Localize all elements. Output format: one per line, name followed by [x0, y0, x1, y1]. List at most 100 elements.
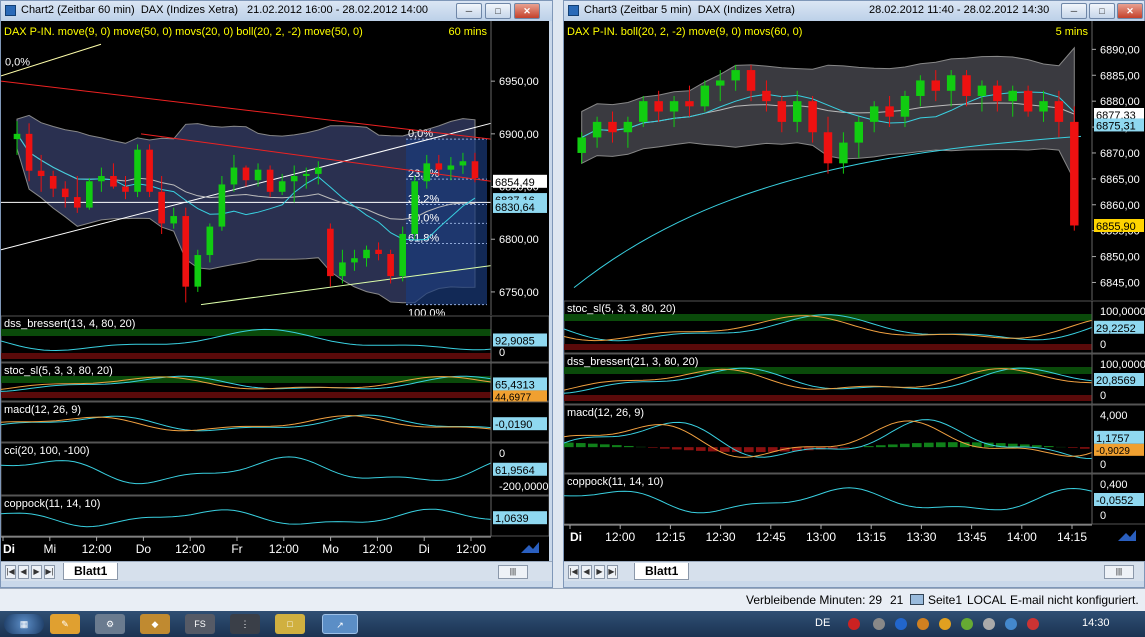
app-icon-blackberry[interactable]: ⋮ [230, 614, 260, 634]
next-sheet-button[interactable]: ▶ [31, 565, 42, 579]
horizontal-scrollbar[interactable]: ||| [1104, 565, 1134, 579]
minimize-button[interactable]: ─ [456, 3, 482, 19]
y-tick-label: 6845,00 [1100, 277, 1140, 289]
prev-sheet-button[interactable]: ◀ [18, 565, 29, 579]
macd-histogram-bar [564, 442, 574, 448]
windows-taskbar: ▦ ✎ ⚙ ◆ FS ⋮ □ ↗ DE 14:30 [0, 611, 1145, 637]
x-tick-label: 12:00 [362, 542, 392, 556]
app-icon-puzzle[interactable]: ◆ [140, 614, 170, 634]
last-sheet-button[interactable]: ▶| [44, 565, 55, 579]
tray-update-icon[interactable] [961, 618, 973, 630]
candle-body [242, 167, 250, 181]
candle-body [206, 226, 214, 256]
indicator-title: stoc_sl(5, 3, 3, 80, 20) [567, 303, 676, 315]
macd-histogram-bar [672, 447, 682, 450]
x-tick-label: 12:00 [82, 542, 112, 556]
prev-sheet-button[interactable]: ◀ [581, 565, 592, 579]
indicator-title: coppock(11, 14, 10) [4, 498, 100, 510]
macd-histogram-bar [588, 443, 598, 448]
chart3-canvas[interactable]: 6890,006885,006880,006875,006870,006865,… [564, 21, 1145, 561]
tray-security-icon[interactable] [848, 618, 860, 630]
interval-label: 60 mins [448, 26, 487, 38]
indicator-pane [1, 401, 549, 443]
first-sheet-button[interactable]: |◀ [568, 565, 579, 579]
x-tick-label: 12:00 [269, 542, 299, 556]
candle-body [98, 176, 105, 182]
macd-histogram-bar [600, 444, 610, 448]
taskbar-clock[interactable]: 14:30 [1082, 617, 1110, 629]
sheet-tab[interactable]: Blatt1 [63, 563, 119, 580]
candle-body [158, 191, 165, 224]
candle-body [1070, 121, 1079, 226]
macd-histogram-bar [912, 443, 922, 448]
candle-body [577, 137, 586, 153]
price-chart-title: DAX P-IN. boll(20, 2, -2) move(9, 0) mov… [567, 26, 802, 38]
candle-body [399, 233, 406, 277]
close-button[interactable]: ✕ [514, 3, 540, 19]
x-tick-label: 13:30 [906, 530, 936, 544]
indicator-tick-label: 0 [499, 448, 505, 460]
minimize-button[interactable]: ─ [1061, 3, 1087, 19]
chart2-titlebar[interactable]: Chart2 (Zeitbar 60 min) DAX (Indizes Xet… [1, 1, 552, 21]
chart2-canvas[interactable]: 0,0%23,6%38,2%50,0%61,8%100,0%0,0%6950,0… [1, 21, 549, 561]
candle-body [290, 176, 298, 182]
app-icon-fs[interactable]: FS [185, 614, 215, 634]
macd-histogram-bar [624, 445, 634, 448]
app-icon-tool[interactable]: ⚙ [95, 614, 125, 634]
tray-app-icon[interactable] [917, 618, 929, 630]
oversold-zone [564, 395, 1092, 401]
candle-body [351, 258, 358, 263]
price-label: 6855,90 [1096, 221, 1136, 233]
candle-body [808, 101, 817, 133]
candle-body [962, 75, 971, 96]
language-indicator[interactable]: DE [815, 617, 830, 629]
maximize-button[interactable]: □ [1089, 3, 1115, 19]
candle-body [823, 132, 833, 164]
candle-body [471, 161, 479, 179]
candle-body [931, 80, 940, 91]
status-count: 21 [890, 593, 904, 607]
start-button[interactable]: ▦ [4, 614, 44, 634]
macd-histogram-bar [936, 442, 946, 448]
candle-body [327, 228, 334, 277]
indicator-tick-label: 100,0000 [1100, 306, 1145, 318]
app-icon-folder[interactable]: □ [275, 614, 305, 634]
next-sheet-button[interactable]: ▶ [594, 565, 605, 579]
candle-body [669, 101, 679, 112]
candle-body [339, 262, 346, 277]
x-tick-label: Di [3, 542, 15, 556]
candle-body [839, 142, 848, 164]
macd-histogram-bar [576, 443, 586, 448]
tray-power-icon[interactable] [1005, 618, 1017, 630]
tray-chrome-icon[interactable] [939, 618, 951, 630]
close-button[interactable]: ✕ [1117, 3, 1143, 19]
oversold-zone [564, 344, 1092, 350]
x-tick-label: 14:15 [1057, 530, 1087, 544]
candle-body [423, 163, 431, 182]
app-icon-pencil[interactable]: ✎ [50, 614, 80, 634]
macd-histogram-bar [900, 443, 910, 448]
candle-body [447, 165, 455, 170]
tray-bluetooth-icon[interactable] [895, 618, 907, 630]
y-tick-label: 6880,00 [1100, 96, 1140, 108]
window-title-text: Chart2 (Zeitbar 60 min) [21, 4, 135, 16]
macd-histogram-bar [660, 447, 670, 449]
horizontal-scrollbar[interactable]: ||| [498, 565, 528, 579]
tray-flag-icon[interactable] [1027, 618, 1039, 630]
window-subtitle: DAX (Indizes Xetra) [697, 4, 795, 16]
window-subtitle: DAX (Indizes Xetra) [140, 4, 239, 16]
app-icon-chart-active[interactable]: ↗ [322, 614, 358, 634]
candle-body [885, 106, 894, 117]
x-tick-label: 13:45 [957, 530, 987, 544]
fibonacci-label: 61,8% [408, 232, 439, 244]
first-sheet-button[interactable]: |◀ [5, 565, 16, 579]
candle-body [375, 249, 382, 254]
tray-network-icon[interactable] [873, 618, 885, 630]
indicator-tick-label: 0 [1100, 339, 1106, 351]
last-sheet-button[interactable]: ▶| [607, 565, 618, 579]
y-tick-label: 6890,00 [1100, 44, 1140, 56]
chart3-titlebar[interactable]: Chart3 (Zeitbar 5 min) DAX (Indizes Xetr… [564, 1, 1144, 21]
tray-volume-icon[interactable] [983, 618, 995, 630]
maximize-button[interactable]: □ [485, 3, 511, 19]
sheet-tab[interactable]: Blatt1 [634, 563, 690, 580]
